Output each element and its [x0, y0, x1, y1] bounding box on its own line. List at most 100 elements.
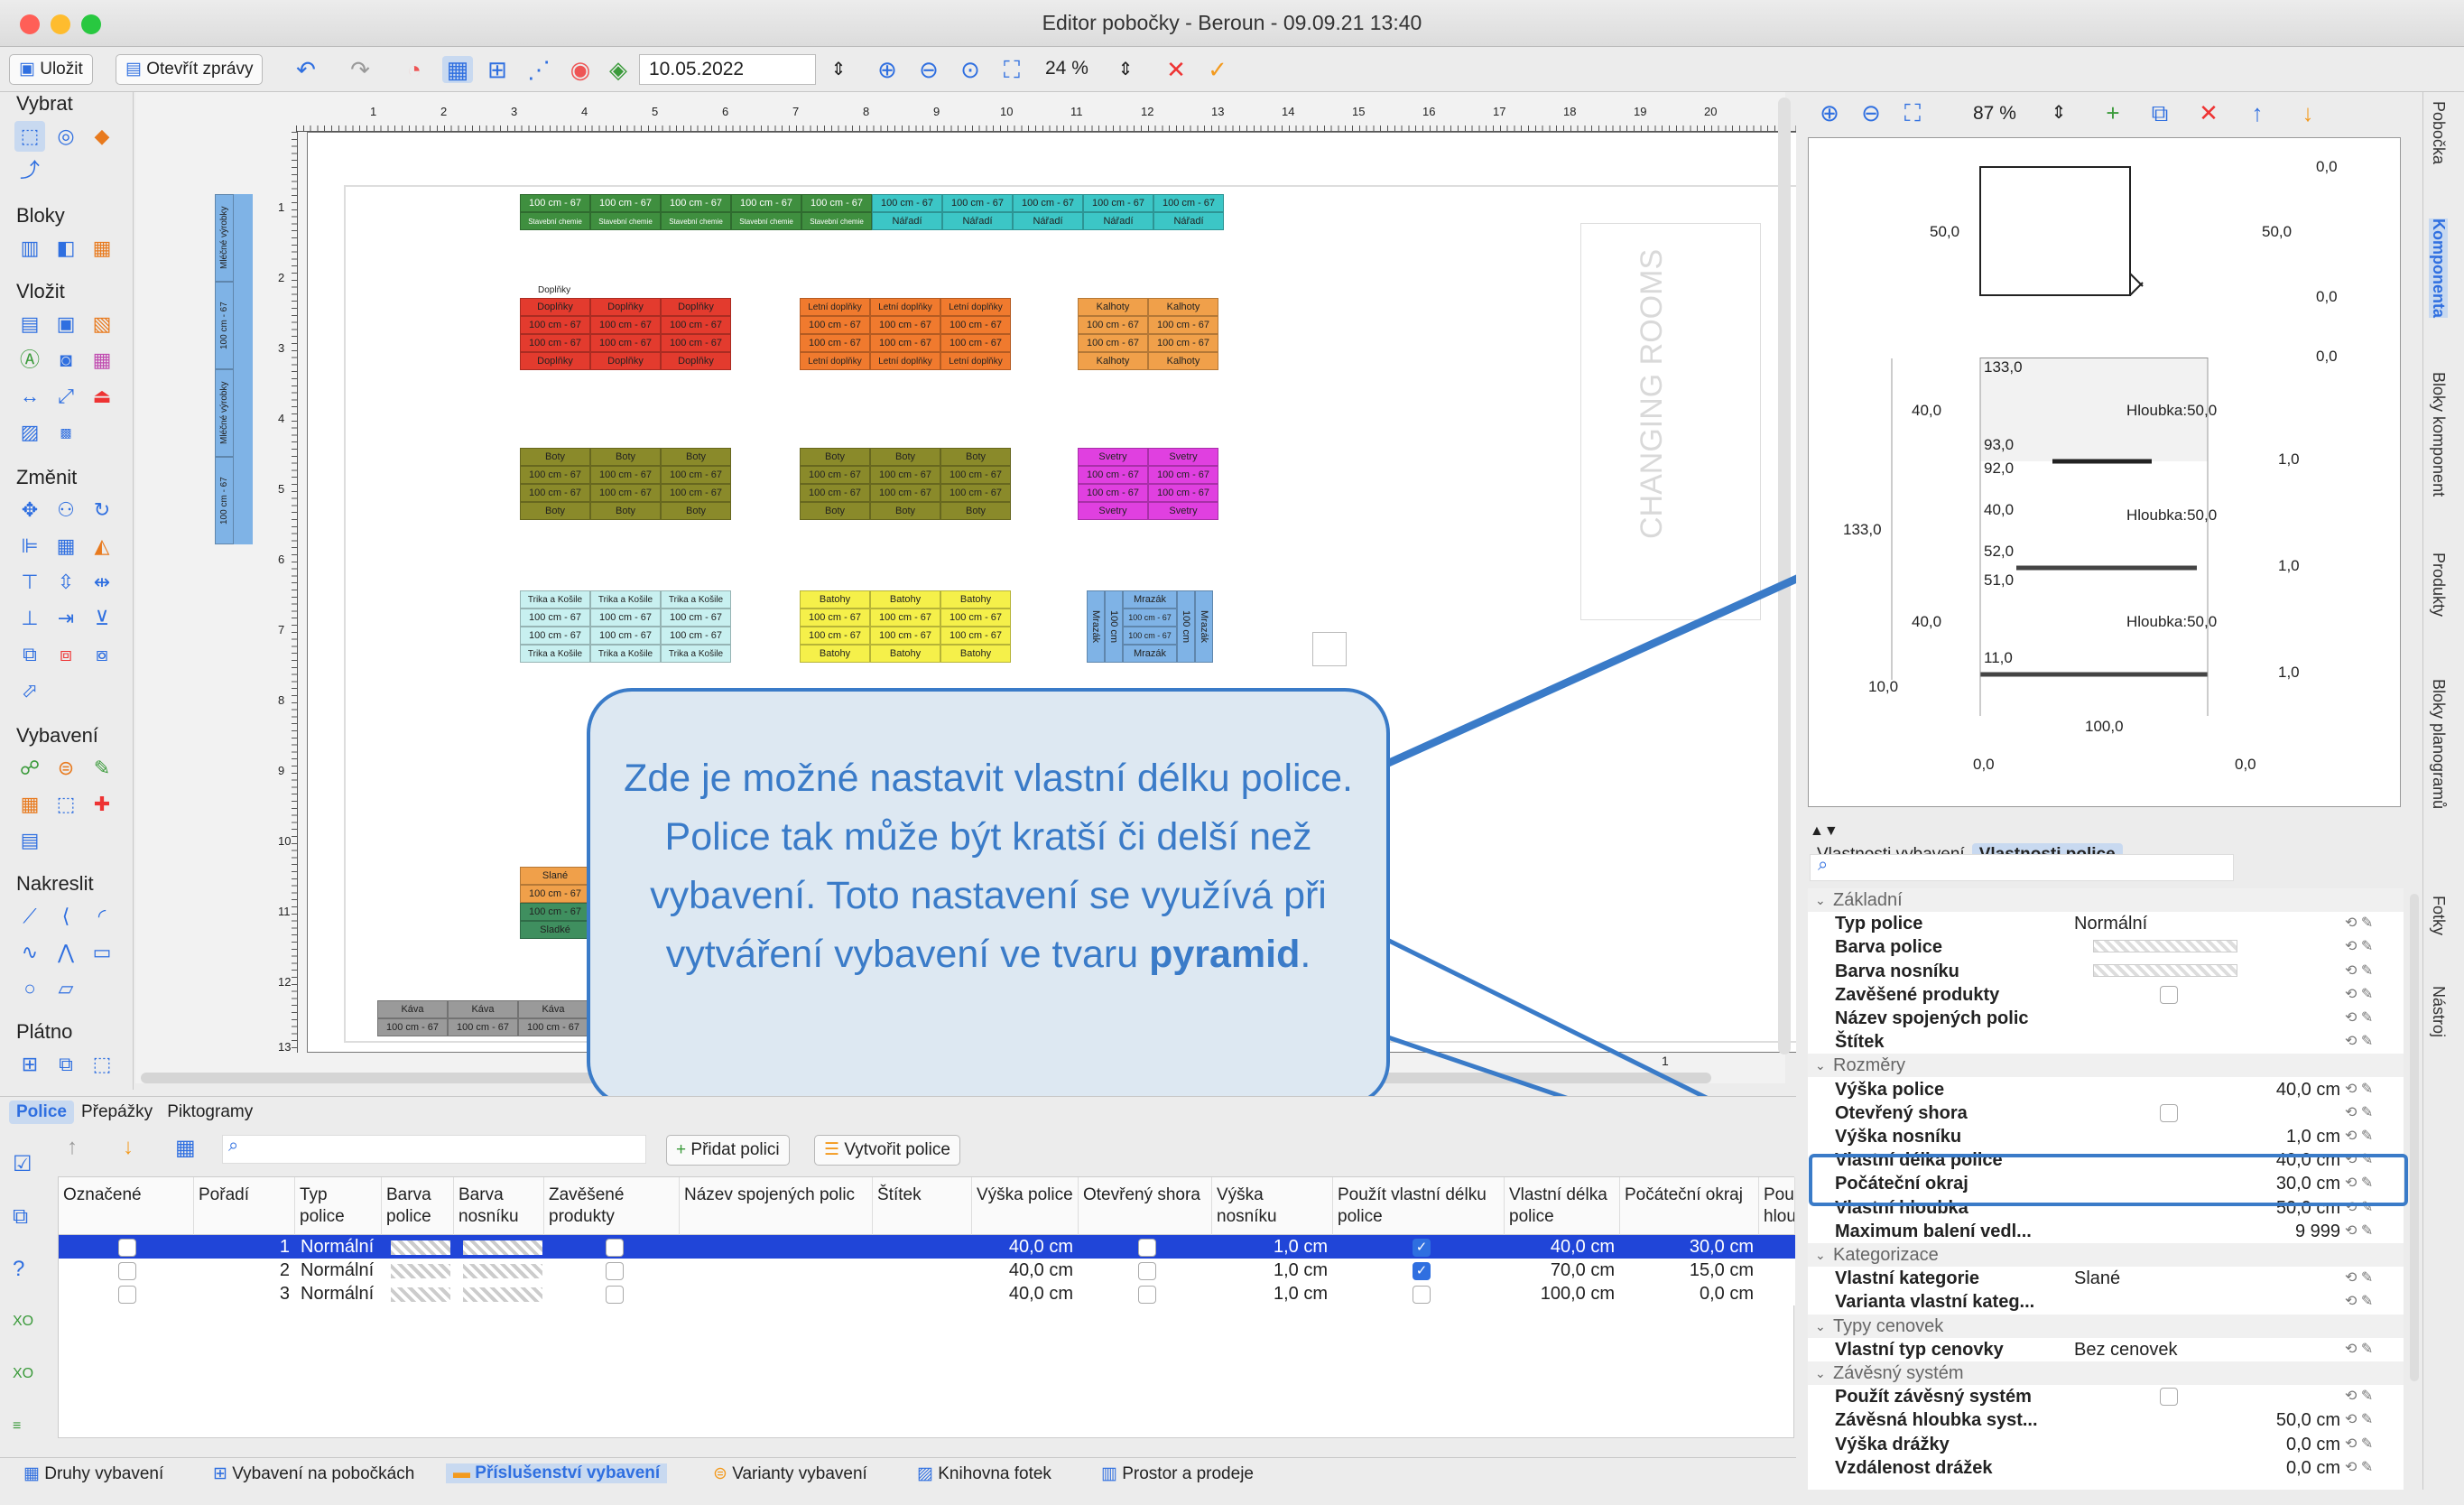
reset-icon[interactable]: ⟲ ✎: [2345, 1267, 2373, 1290]
reset-icon[interactable]: ⟲ ✎: [2345, 912, 2373, 935]
table-row[interactable]: 1 Normální 40,0 cm 1,0 cm ✓ 40,0 cm 30,0 cm: [59, 1235, 1795, 1259]
side-tab-component-blocks[interactable]: Bloky komponent: [2429, 372, 2448, 497]
open-top-checkbox[interactable]: [1133, 1259, 1162, 1282]
open-top-checkbox[interactable]: [1133, 1235, 1162, 1259]
col-beam-height[interactable]: Výška nosníku: [1212, 1177, 1333, 1235]
color-swatch[interactable]: [2093, 963, 2237, 977]
col-hanging-products[interactable]: Zavěšené produkty: [544, 1177, 680, 1235]
property-row[interactable]: Typ police Normální ⟲ ✎: [1808, 912, 2404, 935]
side-tab-photos[interactable]: Fotky: [2429, 896, 2448, 935]
preview-zoom-field[interactable]: 87 %: [1973, 103, 2016, 125]
tab-dividers[interactable]: Přepážky: [74, 1101, 160, 1124]
start-margin-cell[interactable]: 0,0 cm: [1620, 1282, 1759, 1305]
use-custom-length-checkbox[interactable]: [1407, 1282, 1436, 1305]
collapse-arrows-icon[interactable]: ▲▼: [1810, 823, 2123, 840]
reset-icon[interactable]: ⟲ ✎: [2345, 1408, 2373, 1432]
side-tab-component[interactable]: Komponenta: [2429, 218, 2448, 318]
reset-icon[interactable]: ⟲ ✎: [2345, 1338, 2373, 1361]
import-xls-icon[interactable]: XO: [13, 1348, 49, 1400]
col-use-depth[interactable]: Použ hlou: [1759, 1177, 1795, 1235]
col-custom-length[interactable]: Vlastní délka police: [1505, 1177, 1620, 1235]
col-order[interactable]: Pořadí: [194, 1177, 295, 1235]
side-tab-planogram-blocks[interactable]: Bloky planogramů: [2429, 679, 2448, 809]
side-tab-products[interactable]: Produkty: [2429, 553, 2448, 617]
property-row[interactable]: Barva nosníku ⟲ ✎: [1808, 960, 2404, 983]
shelf-preview[interactable]: 0,0 50,0 50,0 0,0 0,0 133,0 40,0 Hloubka…: [1808, 137, 2401, 807]
shelf-color-swatch[interactable]: [385, 1259, 450, 1282]
property-value[interactable]: 0,0 cm: [2079, 1433, 2340, 1456]
property-checkbox[interactable]: [2160, 985, 2178, 1004]
chevron-down-icon[interactable]: ⌄: [1815, 1361, 1826, 1385]
task-equipment-types[interactable]: ▦ Druhy vybavení: [23, 1463, 163, 1484]
beam-height-cell[interactable]: 1,0 cm: [1212, 1282, 1333, 1305]
type-cell[interactable]: Normální: [295, 1259, 382, 1282]
preview-zoom-stepper-icon[interactable]: ⇕: [2043, 99, 2074, 126]
property-row[interactable]: Výška police 40,0 cm ⟲ ✎: [1808, 1078, 2404, 1101]
property-group[interactable]: ⌄ Závěsný systém: [1808, 1361, 2404, 1385]
type-cell[interactable]: Normální: [295, 1282, 382, 1305]
col-shelf-height[interactable]: Výška police: [972, 1177, 1079, 1235]
col-start-margin[interactable]: Počáteční okraj: [1620, 1177, 1759, 1235]
beam-color-swatch[interactable]: [458, 1259, 542, 1282]
type-cell[interactable]: Normální: [295, 1235, 382, 1259]
property-checkbox[interactable]: [2160, 1103, 2178, 1122]
marked-checkbox[interactable]: [113, 1235, 142, 1259]
properties-search-input[interactable]: ⌕: [1810, 854, 2234, 881]
beam-height-cell[interactable]: 1,0 cm: [1212, 1259, 1333, 1282]
reset-icon[interactable]: ⟲ ✎: [2345, 1030, 2373, 1054]
marked-checkbox[interactable]: [113, 1282, 142, 1305]
height-cell[interactable]: 40,0 cm: [972, 1235, 1079, 1259]
col-marked[interactable]: Označené: [59, 1177, 194, 1235]
move-up-icon[interactable]: ↑: [2242, 99, 2273, 126]
col-shelf-color[interactable]: Barva police: [382, 1177, 454, 1235]
task-space-sales[interactable]: ▥ Prostor a prodeje: [1101, 1463, 1254, 1484]
reset-icon[interactable]: ⟲ ✎: [2345, 1290, 2373, 1314]
side-tab-branch[interactable]: Pobočka: [2429, 101, 2448, 164]
col-shelf-type[interactable]: Typ police: [295, 1177, 382, 1235]
beam-color-swatch[interactable]: [458, 1282, 542, 1305]
custom-length-cell[interactable]: 100,0 cm: [1505, 1282, 1620, 1305]
reset-icon[interactable]: ⟲ ✎: [2345, 1433, 2373, 1456]
col-label[interactable]: Štítek: [873, 1177, 972, 1235]
property-row[interactable]: Zavěšené produkty ⟲ ✎: [1808, 983, 2404, 1007]
reset-icon[interactable]: ⟲ ✎: [2345, 960, 2373, 983]
property-value[interactable]: Normální: [2074, 912, 2147, 935]
property-row[interactable]: Název spojených polic ⟲ ✎: [1808, 1007, 2404, 1030]
add-shelf-icon[interactable]: +: [2098, 99, 2128, 126]
preview-fit-icon[interactable]: ⛶: [1897, 99, 1928, 126]
copy-shelf-icon[interactable]: ⧉: [2144, 99, 2175, 126]
chevron-down-icon[interactable]: ⌄: [1815, 888, 1826, 912]
col-open-top[interactable]: Otevřený shora: [1079, 1177, 1212, 1235]
use-custom-length-checkbox[interactable]: ✓: [1407, 1235, 1436, 1259]
property-row[interactable]: Vzdálenost drážek 0,0 cm ⟲ ✎: [1808, 1456, 2404, 1480]
property-value[interactable]: 1,0 cm: [2079, 1125, 2340, 1148]
table-row[interactable]: 2 Normální 40,0 cm 1,0 cm ✓ 70,0 cm 15,0 cm: [59, 1259, 1795, 1282]
start-margin-cell[interactable]: 30,0 cm: [1620, 1235, 1759, 1259]
move-up-shelf-icon[interactable]: ↑: [67, 1135, 78, 1160]
reset-icon[interactable]: ⟲ ✎: [2345, 1101, 2373, 1125]
shelf-color-swatch[interactable]: [385, 1282, 450, 1305]
hanging-checkbox[interactable]: [600, 1282, 629, 1305]
task-equipment-accessories[interactable]: ▬ Příslušenství vybavení: [446, 1463, 668, 1483]
property-row[interactable]: Štítek ⟲ ✎: [1808, 1030, 2404, 1054]
copy-icon[interactable]: ⧉: [13, 1191, 49, 1243]
help-icon[interactable]: ?: [13, 1243, 49, 1296]
task-equipment-variants[interactable]: ⊜ Varianty vybavení: [713, 1463, 867, 1484]
preview-zoom-in-icon[interactable]: ⊕: [1814, 99, 1845, 126]
property-value[interactable]: Slané: [2074, 1267, 2120, 1290]
reset-icon[interactable]: ⟲ ✎: [2345, 1456, 2373, 1480]
start-margin-cell[interactable]: 15,0 cm: [1620, 1259, 1759, 1282]
checklist-icon[interactable]: ☑: [13, 1138, 49, 1191]
chevron-down-icon[interactable]: ⌄: [1815, 1315, 1826, 1338]
table-row[interactable]: 3 Normální 40,0 cm 1,0 cm 100,0 cm 0,0 cm: [59, 1282, 1795, 1305]
property-row[interactable]: Závěsná hloubka syst... 50,0 cm ⟲ ✎: [1808, 1408, 2404, 1432]
property-row[interactable]: Použít závěsný systém ⟲ ✎: [1808, 1385, 2404, 1408]
property-row[interactable]: Vlastní typ cenovky Bez cenovek ⟲ ✎: [1808, 1338, 2404, 1361]
side-tab-tool[interactable]: Nástroj: [2429, 986, 2448, 1037]
property-group[interactable]: ⌄ Základní: [1808, 888, 2404, 912]
move-down-icon[interactable]: ↓: [2293, 99, 2323, 126]
reset-icon[interactable]: ⟲ ✎: [2345, 1220, 2373, 1243]
remove-shelf-icon[interactable]: ✕: [2193, 99, 2224, 126]
property-row[interactable]: Výška nosníku 1,0 cm ⟲ ✎: [1808, 1125, 2404, 1148]
custom-length-cell[interactable]: 40,0 cm: [1505, 1235, 1620, 1259]
